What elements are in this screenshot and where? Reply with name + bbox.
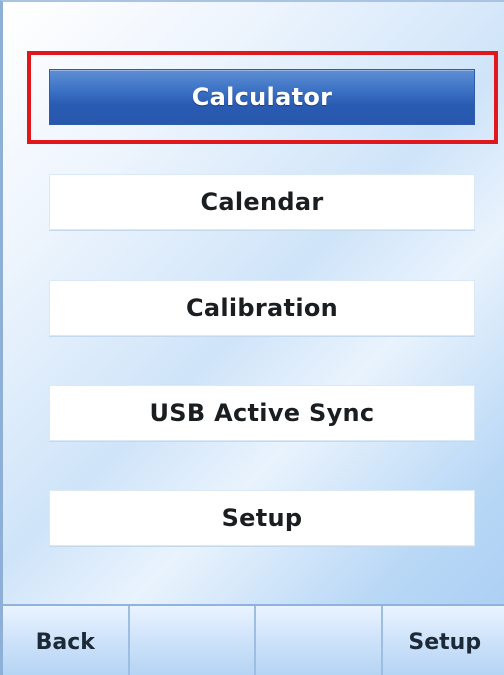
menu-item-label: Setup — [221, 504, 303, 532]
softkey-bar: Back Setup — [3, 604, 504, 675]
main-menu: Calculator Calendar Calibration USB Acti… — [3, 2, 504, 602]
setup-softkey[interactable]: Setup — [383, 606, 504, 675]
back-softkey[interactable]: Back — [3, 606, 130, 675]
menu-item-label: Calculator — [191, 83, 333, 111]
menu-item-label: Calibration — [185, 294, 339, 322]
blank-softkey-2[interactable] — [256, 606, 383, 675]
menu-item-calculator[interactable]: Calculator — [49, 69, 475, 125]
menu-item-calendar[interactable]: Calendar — [49, 174, 475, 230]
menu-item-usb-active-sync[interactable]: USB Active Sync — [49, 385, 475, 441]
menu-item-label: Calendar — [200, 188, 324, 216]
menu-item-label: USB Active Sync — [149, 399, 375, 427]
menu-item-setup[interactable]: Setup — [49, 490, 475, 546]
blank-softkey-1[interactable] — [130, 606, 256, 675]
menu-item-calibration[interactable]: Calibration — [49, 280, 475, 336]
device-screen: Calculator Calendar Calibration USB Acti… — [0, 0, 504, 675]
